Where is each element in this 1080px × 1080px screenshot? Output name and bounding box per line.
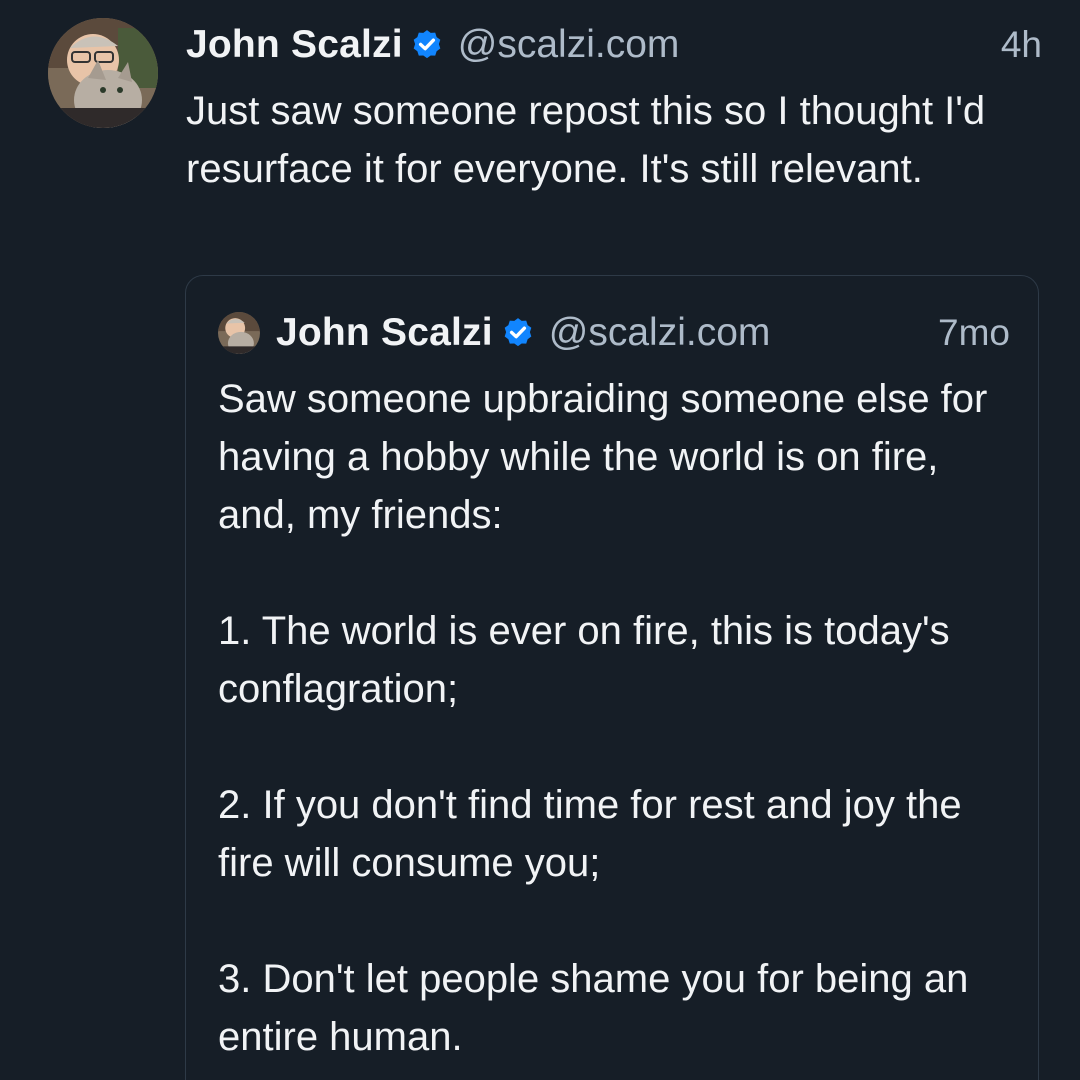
author-name[interactable]: John Scalzi <box>186 23 403 67</box>
post-header: John Scalzi @scalzi.com 4h <box>186 20 1042 70</box>
quoted-paragraph: 2. If you don't find time for rest and j… <box>218 783 962 885</box>
quoted-author-avatar[interactable] <box>218 312 260 354</box>
quoted-post-text: Saw someone upbraiding someone else for … <box>218 370 1018 1080</box>
quoted-post-header: John Scalzi @scalzi.com 7mo <box>276 308 1010 358</box>
verified-badge-icon[interactable] <box>410 28 444 62</box>
post[interactable]: John Scalzi @scalzi.com 4h Just saw some… <box>0 0 1080 1080</box>
verified-badge-icon[interactable] <box>501 316 535 350</box>
author-handle[interactable]: @scalzi.com <box>458 23 680 67</box>
avatar-photo-icon <box>218 312 260 354</box>
quoted-post-timestamp[interactable]: 7mo <box>938 312 1010 354</box>
quoted-post[interactable]: John Scalzi @scalzi.com 7mo Saw someone … <box>185 275 1039 1080</box>
avatar-photo-icon <box>48 18 158 128</box>
post-timestamp[interactable]: 4h <box>1001 24 1042 66</box>
quoted-author-handle[interactable]: @scalzi.com <box>549 311 771 355</box>
author-avatar[interactable] <box>48 18 158 128</box>
quoted-paragraph: 3. Don't let people shame you for being … <box>218 957 969 1059</box>
quoted-author-name[interactable]: John Scalzi <box>276 311 493 355</box>
quoted-paragraph: 1. The world is ever on fire, this is to… <box>218 609 950 711</box>
post-text: Just saw someone repost this so I though… <box>186 89 986 191</box>
quoted-paragraph: Saw someone upbraiding someone else for … <box>218 377 988 537</box>
